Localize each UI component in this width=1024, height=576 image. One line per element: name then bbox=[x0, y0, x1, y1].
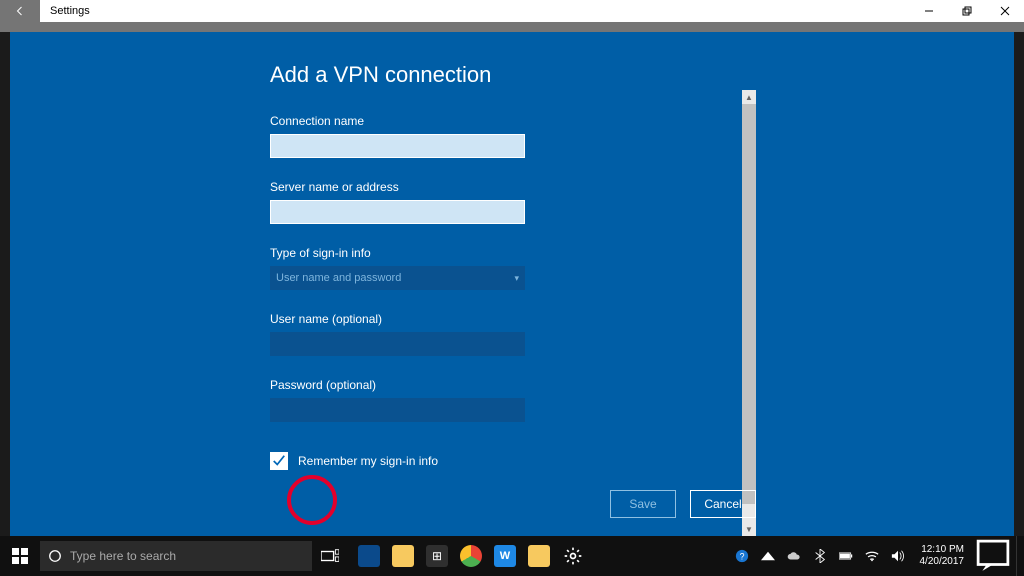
save-button[interactable]: Save bbox=[610, 490, 676, 518]
window-title: Settings bbox=[40, 5, 90, 17]
show-desktop-button[interactable] bbox=[1016, 536, 1020, 576]
app-settings[interactable] bbox=[556, 536, 590, 576]
volume-icon bbox=[891, 549, 905, 563]
signin-type-value: User name and password bbox=[276, 272, 401, 284]
window-titlebar: Settings bbox=[0, 0, 1024, 22]
task-view-icon bbox=[321, 547, 339, 565]
clock-time: 12:10 PM bbox=[920, 544, 965, 556]
close-icon bbox=[1000, 6, 1010, 16]
field-connection-name: Connection name bbox=[270, 114, 770, 158]
password-label: Password (optional) bbox=[270, 378, 770, 392]
app-explorer-window[interactable] bbox=[522, 536, 556, 576]
chrome-icon bbox=[460, 545, 482, 567]
minimize-button[interactable] bbox=[910, 0, 948, 22]
chevron-up-icon bbox=[761, 549, 775, 563]
field-username: User name (optional) bbox=[270, 312, 770, 356]
arrow-left-icon bbox=[14, 5, 26, 17]
bluetooth-icon bbox=[813, 549, 827, 563]
tray-bluetooth[interactable] bbox=[810, 536, 830, 576]
close-button[interactable] bbox=[986, 0, 1024, 22]
folder-icon bbox=[528, 545, 550, 567]
tray-battery[interactable] bbox=[836, 536, 856, 576]
windows-logo-icon bbox=[12, 548, 28, 564]
connection-name-input[interactable] bbox=[270, 134, 525, 158]
scroll-up-icon[interactable]: ▲ bbox=[742, 90, 756, 104]
clock-date: 4/20/2017 bbox=[920, 556, 965, 568]
field-password: Password (optional) bbox=[270, 378, 770, 422]
store-icon: ⊞ bbox=[426, 545, 448, 567]
remember-row: Remember my sign-in info bbox=[270, 452, 770, 470]
back-button[interactable] bbox=[0, 0, 40, 22]
restore-button[interactable] bbox=[948, 0, 986, 22]
scroll-down-icon[interactable]: ▼ bbox=[742, 522, 756, 536]
dialog-buttons: Save Cancel bbox=[610, 490, 756, 518]
taskbar-search[interactable]: Type here to search bbox=[40, 541, 312, 571]
password-input[interactable] bbox=[270, 398, 525, 422]
start-button[interactable] bbox=[0, 536, 40, 576]
taskbar: Type here to search ⊞ W ? 12:10 PM bbox=[0, 536, 1024, 576]
task-view-button[interactable] bbox=[312, 536, 348, 576]
action-center-button[interactable] bbox=[976, 536, 1010, 576]
username-label: User name (optional) bbox=[270, 312, 770, 326]
server-input[interactable] bbox=[270, 200, 525, 224]
annotation-circle bbox=[287, 475, 337, 525]
tray-wifi[interactable] bbox=[862, 536, 882, 576]
username-input[interactable] bbox=[270, 332, 525, 356]
window-controls bbox=[910, 0, 1024, 22]
folder-icon bbox=[392, 545, 414, 567]
app-edge[interactable] bbox=[352, 536, 386, 576]
inactive-strip bbox=[0, 22, 1024, 32]
cancel-button[interactable]: Cancel bbox=[690, 490, 756, 518]
search-placeholder: Type here to search bbox=[70, 549, 176, 563]
edge-icon bbox=[358, 545, 380, 567]
field-server: Server name or address bbox=[270, 180, 770, 224]
scroll-thumb[interactable] bbox=[742, 104, 756, 504]
cloud-icon bbox=[787, 549, 801, 563]
vpn-dialog: Add a VPN connection Connection name Ser… bbox=[10, 32, 1014, 536]
notification-icon bbox=[976, 539, 1010, 573]
taskbar-clock[interactable]: 12:10 PM 4/20/2017 bbox=[914, 544, 971, 568]
app-file-explorer[interactable] bbox=[386, 536, 420, 576]
remember-checkbox[interactable] bbox=[270, 452, 288, 470]
gear-icon bbox=[563, 546, 583, 566]
restore-icon bbox=[962, 6, 972, 16]
chevron-down-icon: ▾ bbox=[514, 273, 519, 284]
app-store[interactable]: ⊞ bbox=[420, 536, 454, 576]
cortana-icon bbox=[48, 549, 62, 563]
help-icon: ? bbox=[735, 549, 749, 563]
page-title: Add a VPN connection bbox=[270, 62, 770, 88]
scroll-track[interactable] bbox=[742, 104, 756, 522]
server-label: Server name or address bbox=[270, 180, 770, 194]
svg-text:?: ? bbox=[739, 552, 744, 562]
taskbar-apps: ⊞ W bbox=[352, 536, 590, 576]
tray-volume[interactable] bbox=[888, 536, 908, 576]
dialog-scrollbar[interactable]: ▲ ▼ bbox=[742, 90, 756, 536]
check-icon bbox=[272, 454, 286, 468]
battery-icon bbox=[839, 549, 853, 563]
system-tray: ? 12:10 PM 4/20/2017 bbox=[732, 536, 1024, 576]
dialog-content: Add a VPN connection Connection name Ser… bbox=[270, 62, 770, 470]
app-chrome[interactable] bbox=[454, 536, 488, 576]
app-wps[interactable]: W bbox=[488, 536, 522, 576]
signin-type-label: Type of sign-in info bbox=[270, 246, 770, 260]
tray-help[interactable]: ? bbox=[732, 536, 752, 576]
remember-label: Remember my sign-in info bbox=[298, 454, 438, 468]
field-signin-type: Type of sign-in info User name and passw… bbox=[270, 246, 770, 290]
signin-type-select[interactable]: User name and password ▾ bbox=[270, 266, 525, 290]
tray-chevron[interactable] bbox=[758, 536, 778, 576]
tray-onedrive[interactable] bbox=[784, 536, 804, 576]
wifi-icon bbox=[865, 549, 879, 563]
connection-name-label: Connection name bbox=[270, 114, 770, 128]
minimize-icon bbox=[924, 6, 934, 16]
wps-icon: W bbox=[494, 545, 516, 567]
desktop: Settings Add a VPN connection Connection… bbox=[0, 0, 1024, 576]
